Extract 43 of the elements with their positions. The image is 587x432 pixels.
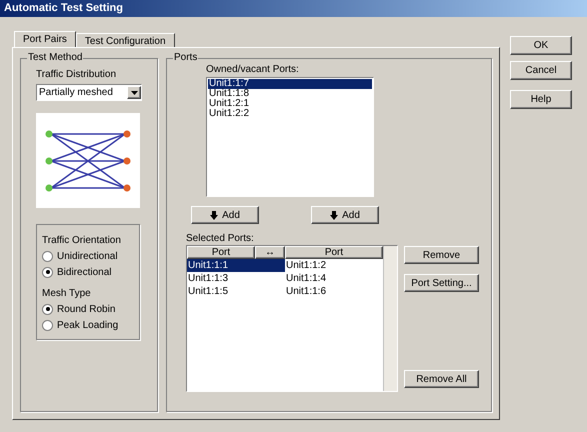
add-button[interactable]: Add	[311, 206, 379, 224]
dropdown-arrow-icon	[130, 90, 138, 94]
radio-label: Unidirectional	[57, 250, 118, 264]
column-header[interactable]: Port	[285, 246, 383, 259]
field-label: Traffic Distribution	[36, 68, 118, 82]
table-cell-text: Unit1:1:5	[187, 285, 230, 298]
column-header[interactable]: Port	[187, 246, 255, 259]
tab[interactable]: Test Configuration	[76, 33, 175, 47]
down-arrow-icon	[210, 210, 218, 220]
list-item[interactable]: Unit1:1:8	[208, 89, 372, 99]
group-title: Traffic Orientation	[42, 234, 122, 248]
dropdown-button[interactable]	[127, 86, 141, 99]
remove-button[interactable]: Remove	[404, 246, 479, 264]
list-label: Owned/vacant Ports:	[206, 63, 300, 77]
table-cell-text: Unit1:1:2	[285, 259, 328, 273]
group-title: Mesh Type	[42, 287, 92, 301]
dialog-button[interactable]: Cancel	[510, 61, 572, 80]
table-cell: Unit1:1:1	[187, 259, 285, 272]
table-cell-text: Unit1:1:3	[187, 272, 230, 285]
tab[interactable]: Port Pairs	[14, 31, 76, 47]
dropdown[interactable]: Partially meshed	[36, 84, 142, 101]
radio-button[interactable]	[42, 266, 53, 278]
add-button[interactable]: Add	[191, 206, 259, 224]
radio-button[interactable]	[42, 320, 53, 330]
table-cell-text: Unit1:1:6	[285, 285, 328, 299]
radio-label: Peak Loading	[57, 318, 118, 332]
dialog-button[interactable]: Help	[510, 90, 572, 109]
table-cell-text: Unit1:1:4	[285, 272, 328, 286]
port-setting-button[interactable]: Port Setting...	[404, 274, 479, 292]
radio-button[interactable]	[42, 250, 53, 262]
radio-button[interactable]	[42, 304, 53, 314]
list-item[interactable]: Unit1:2:2	[208, 109, 372, 119]
scrollbar[interactable]	[383, 246, 397, 391]
window-title: Automatic Test Setting	[0, 0, 587, 17]
list-label: Selected Ports:	[186, 233, 255, 245]
remove-all-button[interactable]: Remove All	[404, 370, 479, 388]
radio-label: Bidirectional	[57, 266, 112, 280]
list-item[interactable]: Unit1:2:1	[208, 99, 372, 109]
list-item[interactable]: Unit1:1:7	[208, 79, 372, 89]
radio-label: Round Robin	[57, 302, 116, 316]
down-arrow-icon	[330, 210, 338, 220]
column-header[interactable]: ↔	[255, 246, 285, 259]
dialog-button[interactable]: OK	[510, 36, 572, 55]
